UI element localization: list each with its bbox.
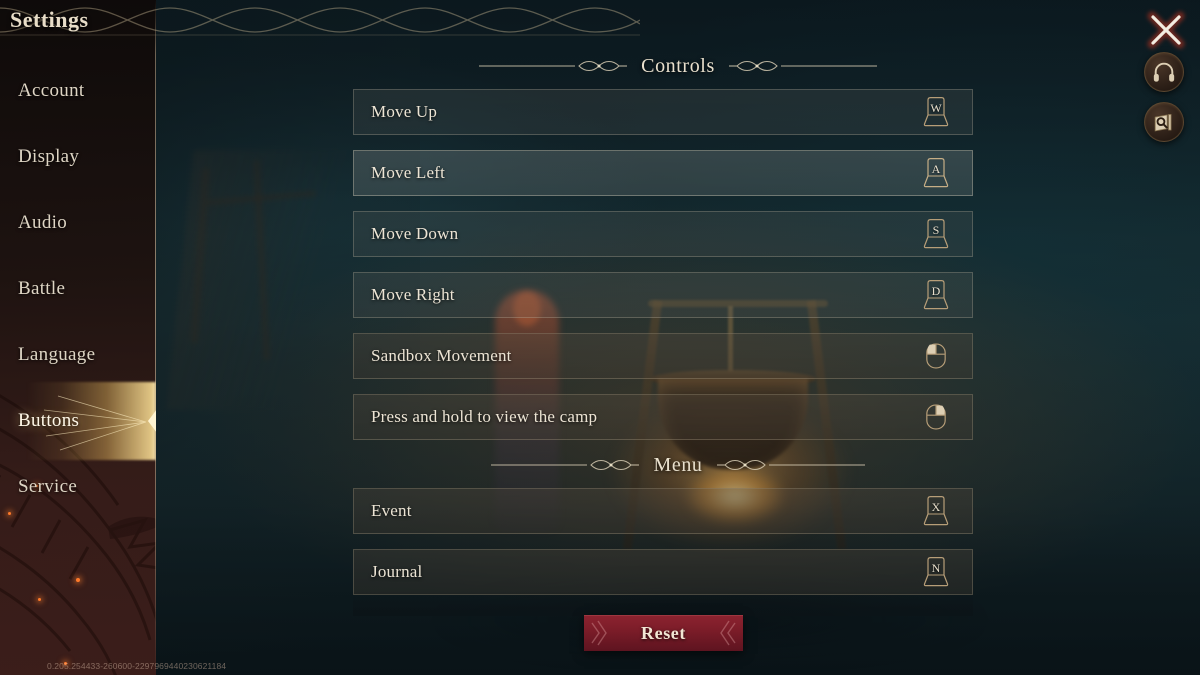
titlebar-ornament xyxy=(0,7,640,36)
binding-key[interactable]: S xyxy=(918,217,954,251)
magnifier-scroll-icon xyxy=(1154,113,1171,131)
binding-action-label: Sandbox Movement xyxy=(371,346,512,365)
ember-particle xyxy=(38,598,41,601)
table-row[interactable]: Move Left A xyxy=(353,150,973,196)
section-header-controls: Controls xyxy=(156,53,1200,79)
headphones-icon xyxy=(1153,62,1175,82)
binding-key[interactable]: A xyxy=(918,156,954,190)
binding-key[interactable]: X xyxy=(918,494,954,528)
sidebar-item-label: Battle xyxy=(18,278,66,299)
sidebar-item-buttons[interactable]: Buttons xyxy=(0,382,156,460)
sidebar-nav-list: Account Display Audio Battle Language Bu… xyxy=(0,58,156,520)
reset-button-label: Reset xyxy=(641,622,686,643)
table-row[interactable]: Move Up W xyxy=(353,89,973,135)
lookup-button[interactable] xyxy=(1144,102,1184,142)
keycap-label: D xyxy=(931,284,941,298)
binding-action-label: Move Right xyxy=(371,285,455,304)
keycap-icon: A xyxy=(921,157,951,189)
binding-action-label: Move Left xyxy=(371,163,446,182)
binding-key[interactable] xyxy=(918,400,954,434)
binding-action-label: Press and hold to view the camp xyxy=(371,407,598,426)
sidebar-item-label: Buttons xyxy=(18,410,80,431)
sidebar-item-label: Language xyxy=(18,344,96,365)
table-row[interactable]: Move Right D xyxy=(353,272,973,318)
support-button[interactable] xyxy=(1144,52,1184,92)
mouse-left-button-icon xyxy=(926,343,946,369)
keycap-icon: X xyxy=(921,495,951,527)
sidebar-item-battle[interactable]: Battle xyxy=(0,256,156,322)
binding-key[interactable]: W xyxy=(918,95,954,129)
binding-action-label: Move Up xyxy=(371,102,438,121)
section-title: Controls xyxy=(641,54,715,77)
window-titlebar: Settings xyxy=(0,0,640,40)
table-row[interactable]: Journal N xyxy=(353,549,973,595)
sidebar-item-audio[interactable]: Audio xyxy=(0,190,156,256)
reset-button[interactable]: Reset xyxy=(584,615,743,651)
keycap-icon: N xyxy=(921,556,951,588)
sidebar-item-label: Audio xyxy=(18,212,67,233)
table-row[interactable]: Move Down S xyxy=(353,211,973,257)
section-header-menu: Menu xyxy=(156,452,1200,478)
keycap-label: X xyxy=(931,500,941,514)
close-icon xyxy=(1147,11,1185,49)
table-row[interactable]: Sandbox Movement xyxy=(353,333,973,379)
sidebar-item-label: Account xyxy=(18,80,85,101)
version-string: 0.205.254433-260600-2297969440230621184 xyxy=(47,661,227,671)
reset-ornament-right-icon xyxy=(720,620,736,646)
binding-key[interactable] xyxy=(918,339,954,373)
mouse-right-button-icon xyxy=(926,404,946,430)
table-row[interactable]: Event X xyxy=(353,488,973,534)
ornament-right-icon xyxy=(728,60,877,72)
binding-action-label: Move Down xyxy=(371,224,459,243)
binding-action-label: Event xyxy=(371,501,412,520)
sidebar-item-label: Service xyxy=(18,476,78,497)
page-title: Settings xyxy=(10,7,89,32)
sidebar-item-label: Display xyxy=(18,146,80,167)
list-scroll-fade xyxy=(353,592,973,616)
keycap-icon: S xyxy=(921,218,951,250)
close-button[interactable] xyxy=(1144,8,1188,52)
ember-particle xyxy=(76,578,80,582)
sidebar-item-language[interactable]: Language xyxy=(0,322,156,388)
keycap-icon: W xyxy=(921,96,951,128)
binding-key[interactable]: D xyxy=(918,278,954,312)
binding-action-label: Journal xyxy=(371,562,423,581)
sidebar-item-account[interactable]: Account xyxy=(0,58,156,124)
keycap-label: S xyxy=(932,223,940,237)
binding-key[interactable]: N xyxy=(918,555,954,589)
keycap-label: N xyxy=(931,561,941,575)
table-row[interactable]: Press and hold to view the camp xyxy=(353,394,973,440)
reset-ornament-left-icon xyxy=(591,620,607,646)
section-title: Menu xyxy=(653,453,703,476)
sidebar-item-display[interactable]: Display xyxy=(0,124,156,190)
settings-main-panel: Controls Move Up W Move Left A Move Down… xyxy=(156,0,1200,675)
settings-sidebar: Account Display Audio Battle Language Bu… xyxy=(0,0,156,675)
keycap-icon: D xyxy=(921,279,951,311)
sidebar-item-service[interactable]: Service xyxy=(0,454,156,520)
ornament-left-icon xyxy=(491,459,640,471)
keycap-label: A xyxy=(931,162,941,176)
keycap-label: W xyxy=(930,101,942,115)
ornament-right-icon xyxy=(716,459,865,471)
ornament-left-icon xyxy=(479,60,628,72)
